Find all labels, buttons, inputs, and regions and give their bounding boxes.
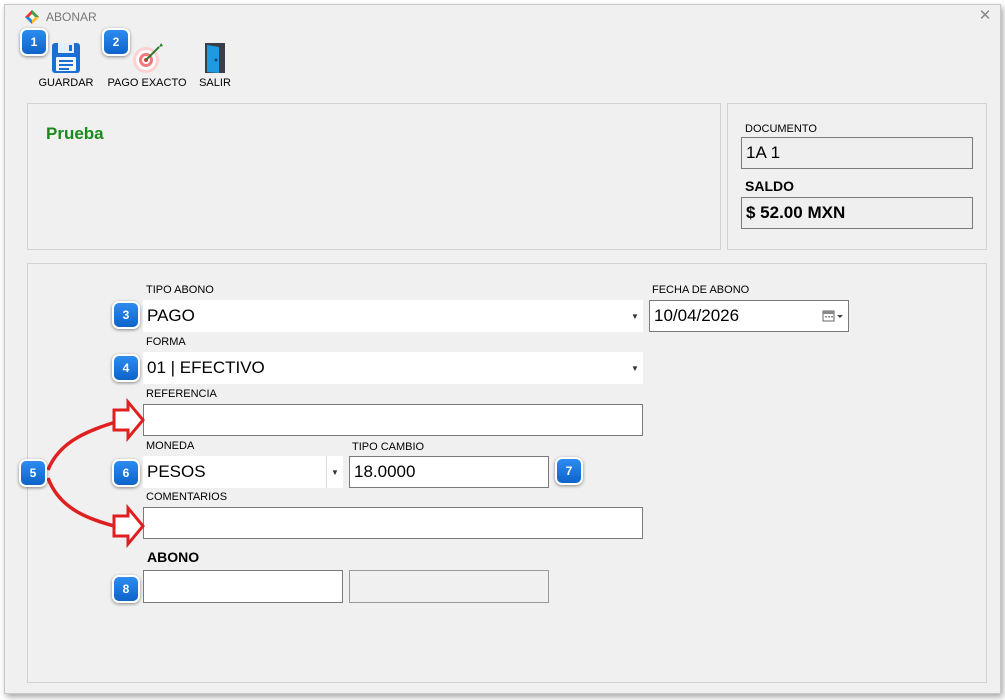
callout-badge-8: 8 (112, 575, 140, 603)
forma-label: FORMA (146, 336, 186, 348)
abono-converted-field (349, 570, 549, 603)
document-value: 1A 1 (746, 143, 781, 162)
chevron-down-icon[interactable]: ▼ (627, 300, 643, 332)
app-logo-icon (25, 10, 39, 24)
balance-label: SALDO (745, 178, 794, 194)
title-bar: ABONAR ✕ (5, 5, 1000, 31)
tipo-cambio-input[interactable]: 18.0000 (349, 456, 549, 488)
exit-button[interactable]: SALIR (197, 41, 233, 93)
fecha-abono-value: 10/04/2026 (654, 306, 740, 325)
save-button-label: GUARDAR (38, 77, 94, 89)
callout-badge-2: 2 (102, 28, 130, 56)
chevron-down-icon[interactable]: ▼ (326, 456, 343, 488)
document-field: 1A 1 (741, 137, 973, 169)
callout-badge-5: 5 (19, 459, 47, 487)
callout-badge-7: 7 (555, 457, 583, 485)
tipo-abono-label: TIPO ABONO (146, 284, 214, 296)
referencia-input[interactable] (143, 404, 643, 436)
callout-badge-3: 3 (112, 301, 140, 329)
tipo-cambio-value: 18.0000 (354, 462, 416, 481)
exact-pay-button-label: PAGO EXACTO (107, 77, 187, 89)
tipo-abono-select[interactable]: PAGO ▼ (143, 300, 643, 332)
chevron-down-icon[interactable]: ▼ (627, 352, 643, 384)
door-exit-icon (205, 43, 225, 73)
client-name: Prueba (46, 124, 104, 143)
moneda-label: MONEDA (146, 440, 195, 452)
exit-button-label: SALIR (199, 77, 231, 89)
abono-input[interactable] (143, 570, 343, 603)
moneda-value: PESOS (147, 462, 206, 481)
comentarios-label: COMENTARIOS (146, 491, 228, 503)
balance-value: $ 52.00 MXN (746, 203, 846, 222)
callout-badge-4: 4 (112, 354, 140, 382)
tipo-abono-value: PAGO (147, 306, 195, 325)
balance-field: $ 52.00 MXN (741, 197, 973, 229)
window-title: ABONAR (46, 10, 97, 24)
forma-select[interactable]: 01 | EFECTIVO ▼ (143, 352, 643, 384)
comentarios-input[interactable] (143, 507, 643, 539)
fecha-abono-picker[interactable]: 10/04/2026 (649, 300, 849, 332)
tipo-cambio-label: TIPO CAMBIO (352, 441, 425, 453)
moneda-select[interactable]: PESOS ▼ (143, 456, 343, 488)
abono-label: ABONO (147, 549, 200, 565)
target-icon (133, 43, 163, 73)
referencia-label: REFERENCIA (146, 388, 217, 400)
calendar-icon[interactable] (822, 309, 844, 323)
client-panel: Prueba (27, 103, 721, 250)
document-panel: DOCUMENTO 1A 1 SALDO $ 52.00 MXN (727, 103, 987, 250)
callout-badge-6: 6 (112, 459, 140, 487)
close-icon[interactable]: ✕ (976, 7, 994, 25)
callout-badge-1: 1 (20, 28, 48, 56)
floppy-disk-icon (52, 43, 80, 73)
forma-value: 01 | EFECTIVO (147, 358, 265, 377)
document-label: DOCUMENTO (745, 123, 817, 135)
fecha-abono-label: FECHA DE ABONO (652, 284, 750, 296)
